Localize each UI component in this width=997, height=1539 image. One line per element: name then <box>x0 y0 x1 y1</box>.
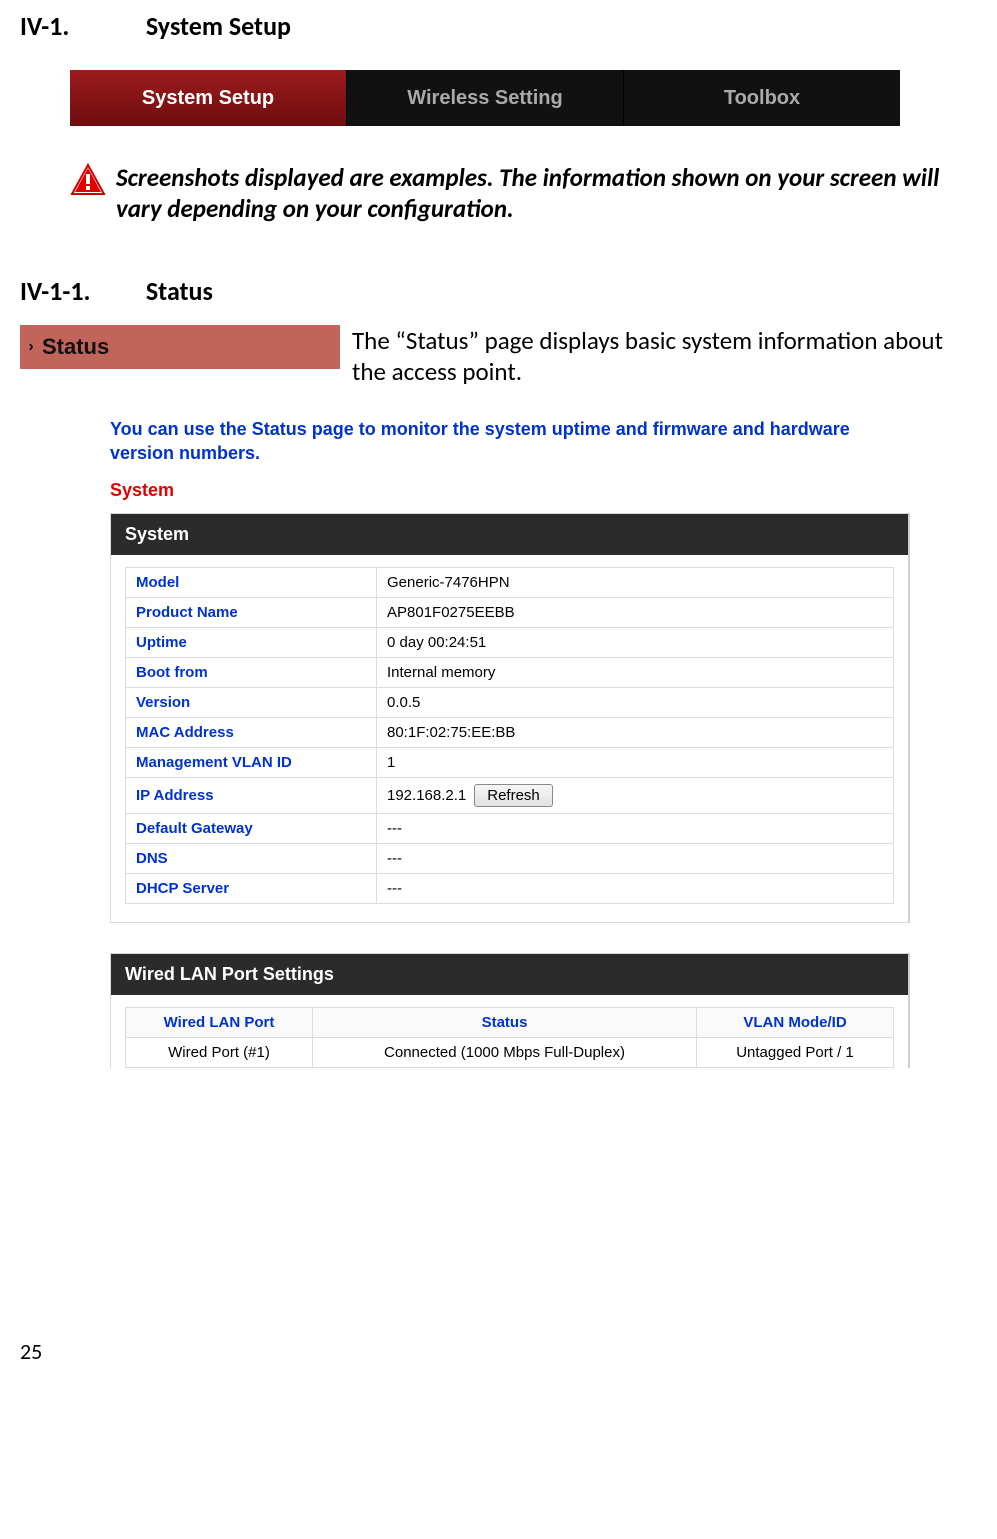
tab-system-setup[interactable]: System Setup <box>70 70 347 126</box>
subsection-title: Status <box>146 275 213 307</box>
row-value: 0 day 00:24:51 <box>377 627 894 657</box>
tab-label: Toolbox <box>724 87 800 110</box>
tab-label: Wireless Setting <box>407 87 562 110</box>
lan-header-status: Status <box>313 1007 697 1037</box>
warning-text: Screenshots displayed are examples. The … <box>116 162 977 225</box>
row-key: Management VLAN ID <box>126 747 377 777</box>
row-value: 192.168.2.1Refresh <box>377 777 894 813</box>
lan-row: Wired Port (#1) Connected (1000 Mbps Ful… <box>126 1037 894 1067</box>
row-value: 0.0.5 <box>377 687 894 717</box>
table-row: IP Address192.168.2.1Refresh <box>126 777 894 813</box>
subsection-number: IV-1-1. <box>20 275 140 307</box>
row-value: AP801F0275EEBB <box>377 597 894 627</box>
row-key: DHCP Server <box>126 873 377 903</box>
tab-wireless-setting[interactable]: Wireless Setting <box>347 70 624 126</box>
lan-header-vlan: VLAN Mode/ID <box>697 1007 894 1037</box>
row-key: Boot from <box>126 657 377 687</box>
row-value: 80:1F:02:75:EE:BB <box>377 717 894 747</box>
row-value: --- <box>377 813 894 843</box>
lan-vlan-cell: Untagged Port / 1 <box>697 1037 894 1067</box>
system-panel-header: System <box>111 514 908 555</box>
status-page-intro: You can use the Status page to monitor t… <box>110 417 910 466</box>
row-key: Model <box>126 567 377 597</box>
table-row: DHCP Server--- <box>126 873 894 903</box>
warning-icon <box>70 162 106 203</box>
row-value: Generic-7476HPN <box>377 567 894 597</box>
nav-bar: System Setup Wireless Setting Toolbox <box>70 70 900 126</box>
subsection-heading: IV-1-1. Status <box>20 275 977 307</box>
lan-status-cell: Connected (1000 Mbps Full-Duplex) <box>313 1037 697 1067</box>
table-row: Product NameAP801F0275EEBB <box>126 597 894 627</box>
status-description: The “Status” page displays basic system … <box>352 325 977 388</box>
section-heading: IV-1. System Setup <box>20 10 977 42</box>
table-row: Version0.0.5 <box>126 687 894 717</box>
row-key: Product Name <box>126 597 377 627</box>
row-value: 1 <box>377 747 894 777</box>
table-row: Default Gateway--- <box>126 813 894 843</box>
lan-header-port: Wired LAN Port <box>126 1007 313 1037</box>
row-key: MAC Address <box>126 717 377 747</box>
warning-block: Screenshots displayed are examples. The … <box>70 162 977 225</box>
table-row: ModelGeneric-7476HPN <box>126 567 894 597</box>
table-row: Boot fromInternal memory <box>126 657 894 687</box>
status-badge: › Status <box>20 325 340 369</box>
table-row: MAC Address80:1F:02:75:EE:BB <box>126 717 894 747</box>
status-badge-label: Status <box>42 334 109 360</box>
lan-table: Wired LAN Port Status VLAN Mode/ID Wired… <box>125 1007 894 1068</box>
chevron-right-icon: › <box>20 338 42 356</box>
refresh-button[interactable]: Refresh <box>474 784 553 807</box>
row-value: --- <box>377 843 894 873</box>
section-title: System Setup <box>146 10 291 42</box>
row-key: Default Gateway <box>126 813 377 843</box>
lan-panel-header: Wired LAN Port Settings <box>111 954 908 995</box>
row-key: Uptime <box>126 627 377 657</box>
row-key: IP Address <box>126 777 377 813</box>
screenshot-area: You can use the Status page to monitor t… <box>110 417 910 1068</box>
table-row: Uptime 0 day 00:24:51 <box>126 627 894 657</box>
system-table: ModelGeneric-7476HPNProduct NameAP801F02… <box>125 567 894 904</box>
system-panel: System ModelGeneric-7476HPNProduct NameA… <box>110 513 910 923</box>
tab-label: System Setup <box>142 87 274 110</box>
lan-port-cell: Wired Port (#1) <box>126 1037 313 1067</box>
row-value: Internal memory <box>377 657 894 687</box>
row-key: DNS <box>126 843 377 873</box>
page-number: 25 <box>20 1338 977 1365</box>
status-row: › Status The “Status” page displays basi… <box>20 325 977 388</box>
section-number: IV-1. <box>20 10 140 42</box>
tab-toolbox[interactable]: Toolbox <box>624 70 900 126</box>
lan-panel: Wired LAN Port Settings Wired LAN Port S… <box>110 953 910 1068</box>
row-value: --- <box>377 873 894 903</box>
table-row: DNS--- <box>126 843 894 873</box>
row-key: Version <box>126 687 377 717</box>
system-label: System <box>110 480 910 501</box>
table-row: Management VLAN ID1 <box>126 747 894 777</box>
